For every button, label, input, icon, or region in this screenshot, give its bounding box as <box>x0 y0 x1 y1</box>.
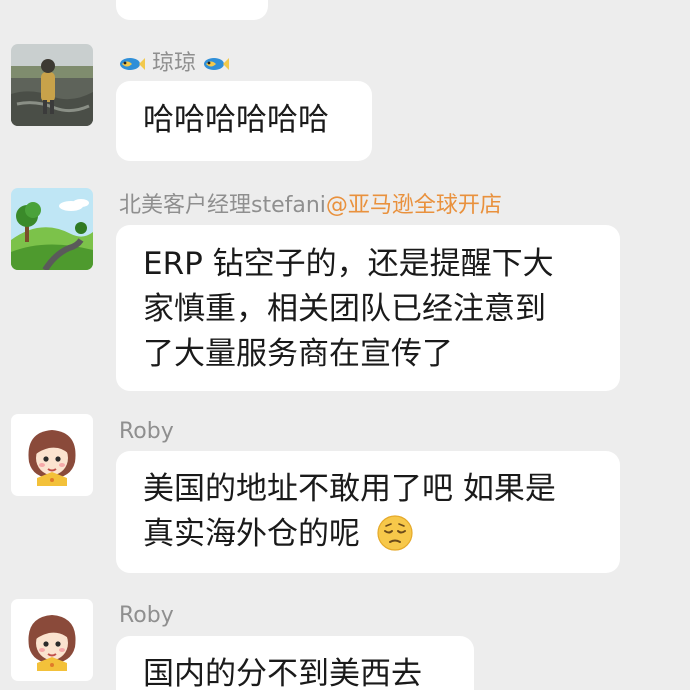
sender-name-text: 琼琼 <box>152 51 197 76</box>
message-line: 美国的地址不敢用了吧 如果是 <box>143 471 556 507</box>
message-bubble[interactable]: 哈哈哈哈哈哈 <box>116 81 372 161</box>
message-bubble[interactable]: ERP 钻空子的，还是提醒下大 家慎重，相关团队已经注意到 了大量服务商在宣传了 <box>116 225 620 391</box>
message-bubble-partial[interactable] <box>116 0 268 20</box>
avatar-roby[interactable] <box>11 599 93 681</box>
message-bubble[interactable]: 国内的分不到美西去 <box>116 636 474 690</box>
sender-name: Roby <box>119 603 174 629</box>
sender-name-text: 北美客户经理stefani <box>119 193 326 218</box>
sender-name: 北美客户经理stefani@亚马逊全球开店 <box>119 193 502 219</box>
sender-name: Roby <box>119 419 174 445</box>
fish-emoji-icon <box>120 58 145 70</box>
message-text: 哈哈哈哈哈哈 <box>143 102 329 138</box>
cartoon-girl-avatar <box>11 414 93 496</box>
pensive-face-emoji-icon <box>377 515 413 551</box>
message-line-text: 真实海外仓的呢 <box>143 516 360 552</box>
message-line: 家慎重，相关团队已经注意到 <box>143 291 546 327</box>
avatar-qiongqiong[interactable] <box>11 44 93 126</box>
sender-name-text: Roby <box>119 419 174 444</box>
avatar-stefani[interactable] <box>11 188 93 270</box>
landscape-photo-avatar <box>11 44 93 126</box>
cartoon-landscape-avatar <box>11 188 93 270</box>
fish-emoji-icon <box>204 58 230 70</box>
sender-name: 琼琼 <box>119 51 230 77</box>
message-text: 国内的分不到美西去 <box>143 656 422 690</box>
cartoon-girl-avatar <box>11 599 93 681</box>
sender-group-tag: @亚马逊全球开店 <box>325 193 502 218</box>
sender-name-text: Roby <box>119 603 174 628</box>
message-line: ERP 钻空子的，还是提醒下大 <box>143 246 554 282</box>
message-line: 真实海外仓的呢 <box>143 512 620 557</box>
message-line: 了大量服务商在宣传了 <box>143 336 453 372</box>
message-bubble[interactable]: 美国的地址不敢用了吧 如果是 真实海外仓的呢 <box>116 451 620 573</box>
chat-window: 琼琼 哈哈哈哈哈哈 北美客户经理stefani@亚马逊全球开店 ERP 钻空子的… <box>0 0 690 690</box>
avatar-roby[interactable] <box>11 414 93 496</box>
